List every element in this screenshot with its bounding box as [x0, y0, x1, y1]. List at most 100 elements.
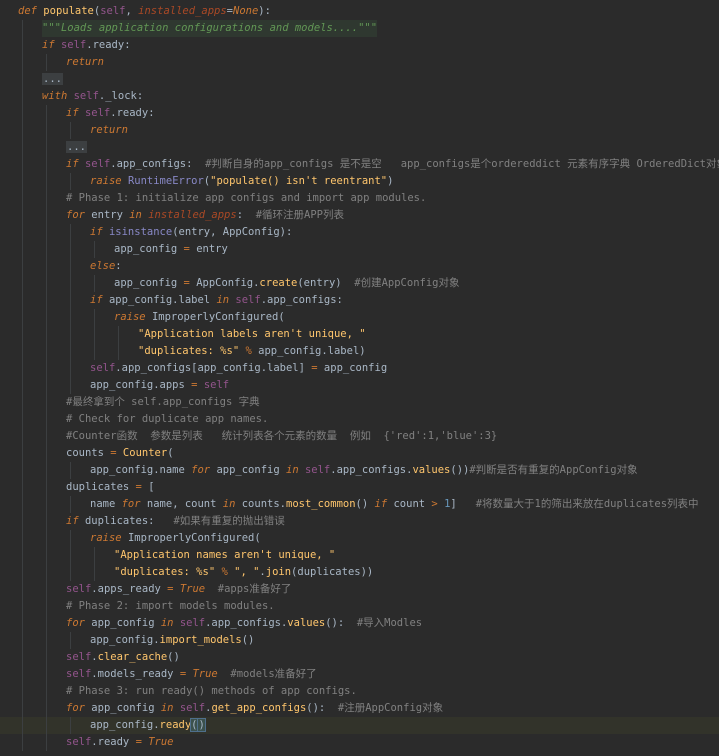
indent-guide: [70, 564, 71, 581]
code-line[interactable]: self.app_configs[app_config.label] = app…: [0, 360, 719, 377]
code-line[interactable]: app_config.import_models(): [0, 632, 719, 649]
code-line[interactable]: for app_config in self.get_app_configs()…: [0, 700, 719, 717]
code-line[interactable]: ...: [0, 139, 719, 156]
indent-guide: [70, 275, 71, 292]
indent-guide: [22, 700, 23, 717]
identifier: app_config.label): [258, 345, 366, 357]
identifier: count: [393, 498, 432, 510]
indent-guide: [22, 683, 23, 700]
comment: #Counter函数 参数是列表 统计列表各个元素的数量 例如 {'red':1…: [66, 430, 498, 442]
keyword: in: [160, 702, 180, 714]
code-line[interactable]: self.apps_ready = True #apps准备好了: [0, 581, 719, 598]
code-line[interactable]: counts = Counter(: [0, 445, 719, 462]
indent-guide: [22, 20, 23, 37]
string-literal: "Application names aren't unique, ": [114, 549, 336, 561]
code-line[interactable]: if duplicates: #如果有重复的抛出错误: [0, 513, 719, 530]
code-line[interactable]: with self._lock:: [0, 88, 719, 105]
code-line[interactable]: for entry in installed_apps: #循环注册APP列表: [0, 207, 719, 224]
indent-guide: [46, 649, 47, 666]
code-line[interactable]: app_config.name for app_config in self.a…: [0, 462, 719, 479]
code-line[interactable]: #Counter函数 参数是列表 统计列表各个元素的数量 例如 {'red':1…: [0, 428, 719, 445]
indent-guide: [22, 190, 23, 207]
code-line[interactable]: "Application names aren't unique, ": [0, 547, 719, 564]
code-line[interactable]: return: [0, 122, 719, 139]
code-text: if app_config.label in self.app_configs:: [90, 292, 343, 309]
code-line[interactable]: name for name, count in counts.most_comm…: [0, 496, 719, 513]
identifier: app_config: [91, 702, 161, 714]
code-line[interactable]: # Check for duplicate app names.: [0, 411, 719, 428]
identifier: .app_configs:: [260, 294, 343, 306]
code-text: self.apps_ready = True #apps准备好了: [66, 581, 291, 598]
code-line[interactable]: if isinstance(entry, AppConfig):: [0, 224, 719, 241]
folded-code-marker[interactable]: ...: [66, 141, 87, 153]
code-line[interactable]: #最终拿到个 self.app_configs 字典: [0, 394, 719, 411]
self-keyword: self: [66, 668, 92, 680]
indent-guide: [22, 547, 23, 564]
identifier: (entry): [297, 277, 355, 289]
code-line[interactable]: # Phase 3: run ready() methods of app co…: [0, 683, 719, 700]
code-line[interactable]: self.ready = True: [0, 734, 719, 751]
indent-guide: [46, 496, 47, 513]
code-line[interactable]: "duplicates: %s" % ", ".join(duplicates)…: [0, 564, 719, 581]
keyword: raise: [90, 175, 128, 187]
code-line[interactable]: "duplicates: %s" % app_config.label): [0, 343, 719, 360]
keyword: True: [148, 736, 174, 748]
code-line[interactable]: ...: [0, 71, 719, 88]
code-line[interactable]: return: [0, 54, 719, 71]
code-line[interactable]: self.clear_cache(): [0, 649, 719, 666]
self-keyword: self: [179, 617, 206, 629]
code-line[interactable]: app_config.apps = self: [0, 377, 719, 394]
code-line[interactable]: """Loads application configurations and …: [0, 20, 719, 37]
code-line[interactable]: # Phase 1: initialize app configs and im…: [0, 190, 719, 207]
code-line[interactable]: if app_config.label in self.app_configs:: [0, 292, 719, 309]
indent-guide: [46, 241, 47, 258]
indent-guide: [22, 224, 23, 241]
code-line-current[interactable]: app_config.ready(): [0, 717, 719, 734]
code-line[interactable]: app_config = AppConfig.create(entry) #创建…: [0, 275, 719, 292]
code-line[interactable]: for app_config in self.app_configs.value…: [0, 615, 719, 632]
identifier: app_config.name: [90, 464, 192, 476]
code-line[interactable]: raise ImproperlyConfigured(: [0, 530, 719, 547]
keyword: if: [66, 515, 85, 527]
indent-guide: [46, 394, 47, 411]
indent-guide: [22, 173, 23, 190]
code-text: self.ready = True: [66, 734, 174, 751]
code-text: """Loads application configurations and …: [42, 20, 378, 37]
code-line[interactable]: # Phase 2: import models modules.: [0, 598, 719, 615]
code-text: with self._lock:: [42, 88, 143, 105]
indent-guide: [22, 649, 23, 666]
identifier: duplicates:: [84, 515, 174, 527]
code-line[interactable]: self.models_ready = True #models准备好了: [0, 666, 719, 683]
keyword: with: [42, 90, 74, 102]
method-call: Counter: [122, 447, 168, 459]
code-line[interactable]: if self.ready:: [0, 105, 719, 122]
code-line[interactable]: "Application labels aren't unique, ": [0, 326, 719, 343]
code-line[interactable]: if self.ready:: [0, 37, 719, 54]
code-line[interactable]: app_config = entry: [0, 241, 719, 258]
identifier: .ready: [91, 736, 136, 748]
indent-guide: [22, 37, 23, 54]
code-line[interactable]: raise RuntimeError("populate() isn't ree…: [0, 173, 719, 190]
indent-guide: [46, 411, 47, 428]
operator: %: [221, 566, 235, 578]
code-line[interactable]: else:: [0, 258, 719, 275]
self-keyword: self: [179, 702, 206, 714]
indent-guide: [46, 462, 47, 479]
indent-guide: [94, 343, 95, 360]
indent-guide: [46, 598, 47, 615]
identifier: AppConfig.: [196, 277, 260, 289]
code-text: # Phase 2: import models modules.: [66, 598, 275, 615]
code-editor[interactable]: def populate(self, installed_apps=None):…: [0, 0, 719, 756]
code-line[interactable]: def populate(self, installed_apps=None):: [0, 3, 719, 20]
code-line[interactable]: raise ImproperlyConfigured(: [0, 309, 719, 326]
code-line[interactable]: duplicates = [: [0, 479, 719, 496]
folded-code-marker[interactable]: ...: [42, 73, 63, 85]
string-literal: "populate() isn't reentrant": [210, 175, 388, 187]
comment: #models准备好了: [230, 668, 317, 680]
operator: =: [167, 583, 180, 595]
indent-guide: [46, 122, 47, 139]
code-line[interactable]: if self.app_configs: #判断自身的app_configs 是…: [0, 156, 719, 173]
indent-guide: [46, 428, 47, 445]
indent-guide: [22, 54, 23, 71]
operator: =: [191, 379, 204, 391]
